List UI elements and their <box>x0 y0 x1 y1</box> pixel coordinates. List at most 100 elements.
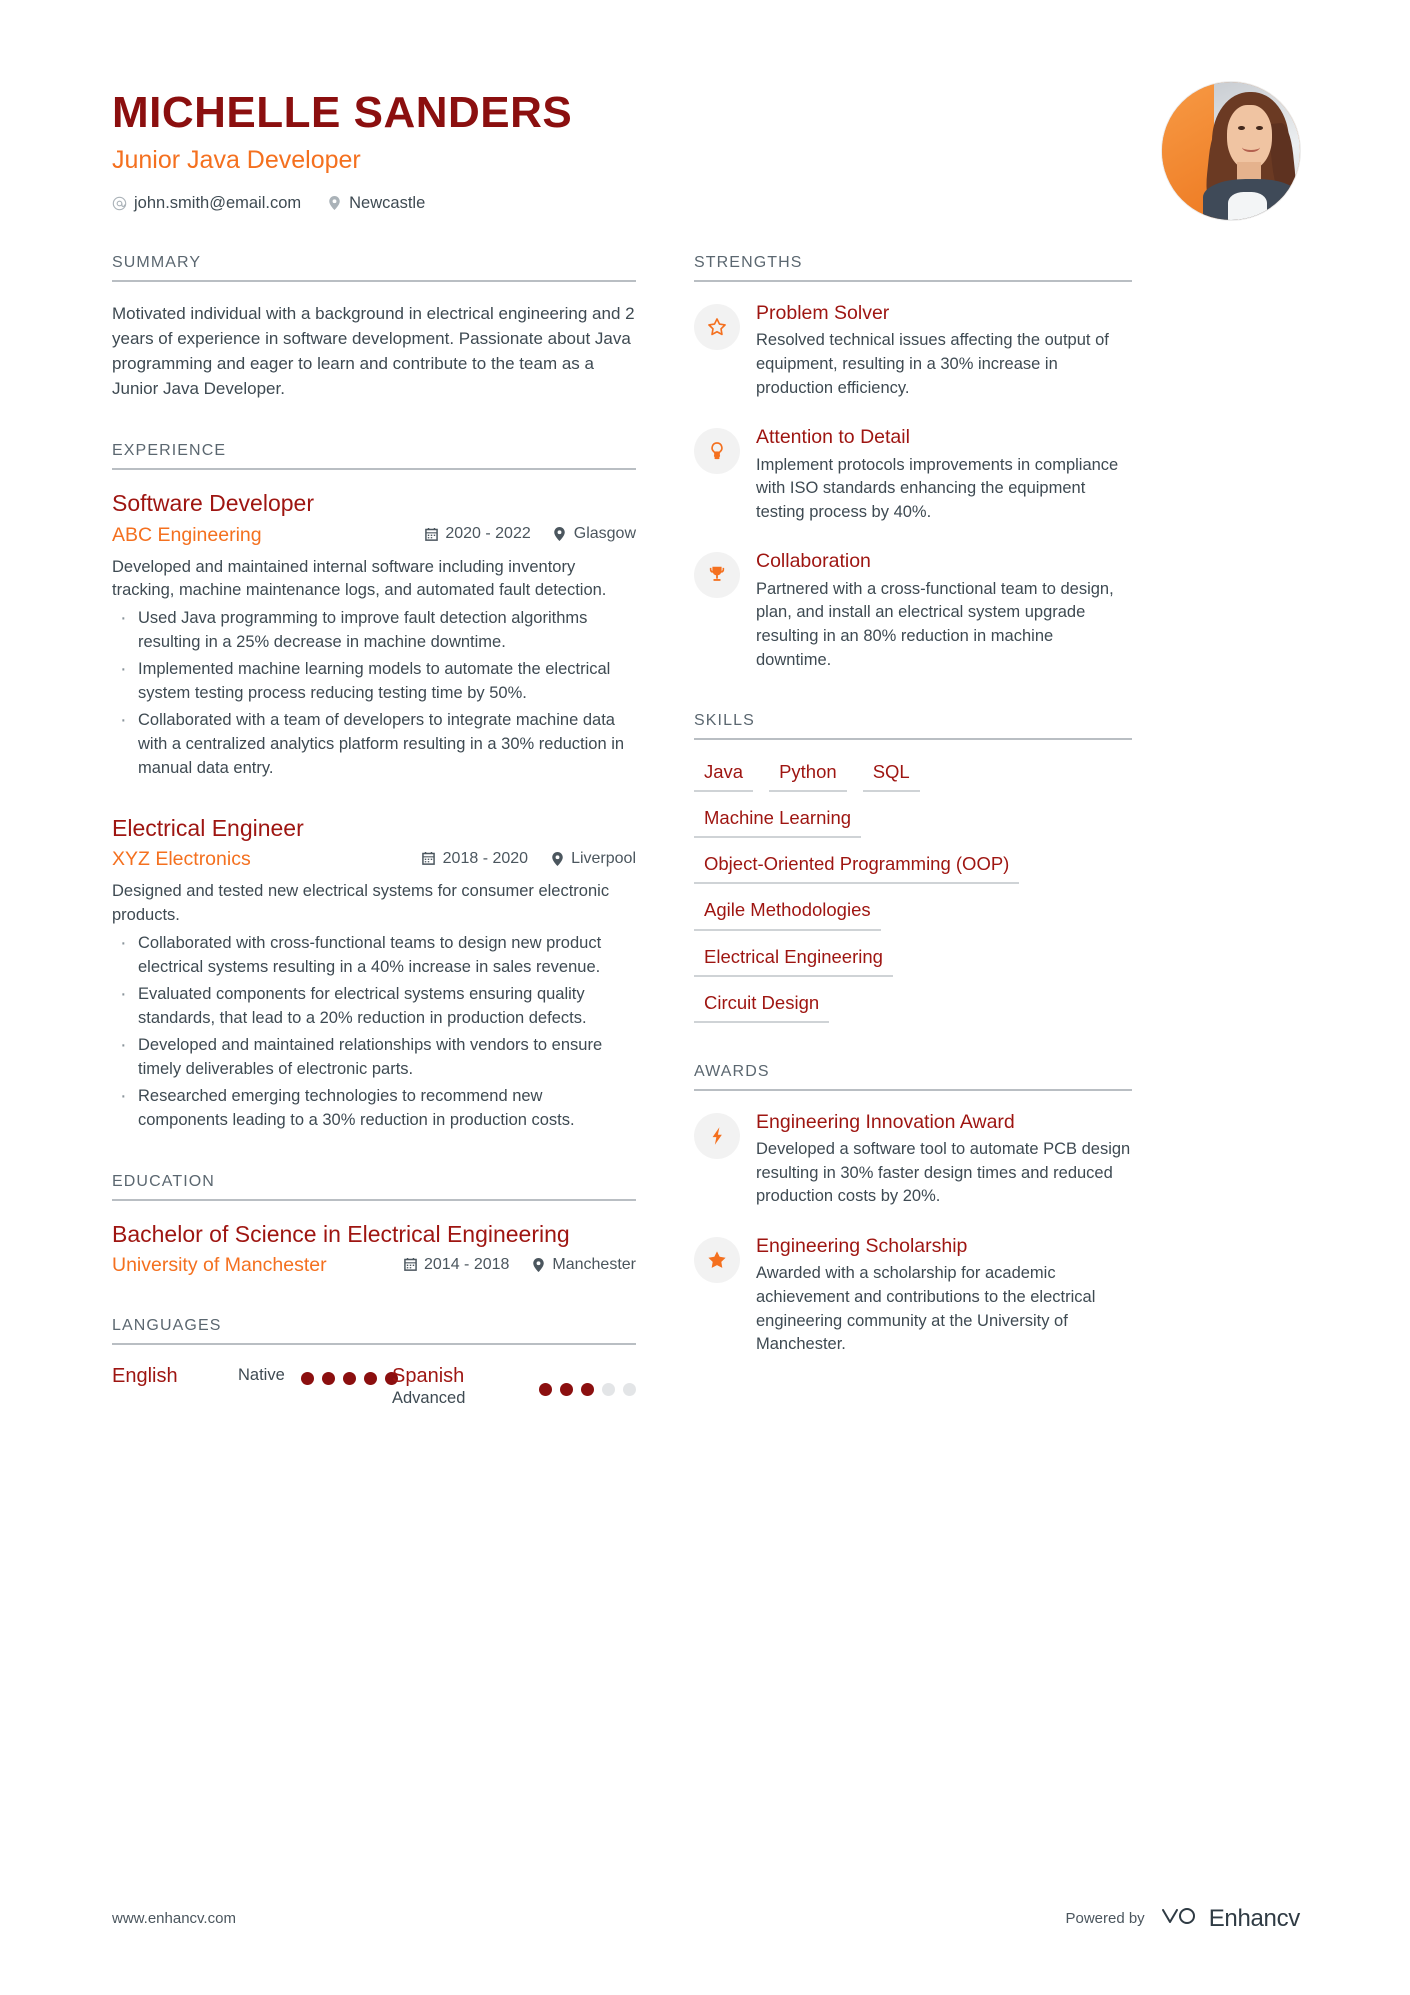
list-item: Researched emerging technologies to reco… <box>112 1082 636 1133</box>
experience-bullets: Used Java programming to improve fault d… <box>112 604 636 780</box>
language-level: Native <box>238 1366 285 1385</box>
education-dates: 2014 - 2018 <box>403 1256 509 1274</box>
language-item: Spanish Advanced <box>392 1365 636 1409</box>
map-pin-icon <box>553 527 567 542</box>
section-summary: SUMMARY Motivated individual with a back… <box>112 254 636 402</box>
section-experience: EXPERIENCE Software Developer ABC Engine… <box>112 442 636 1133</box>
language-level: Advanced <box>392 1389 466 1408</box>
resume-page: MICHELLE SANDERS Junior Java Developer j… <box>0 0 1410 1995</box>
strength-description: Resolved technical issues affecting the … <box>756 331 1109 397</box>
strength-body: Attention to Detail Implement protocols … <box>756 426 1132 524</box>
experience-location: Liverpool <box>550 850 636 868</box>
experience-description: Developed and maintained internal softwa… <box>112 557 607 600</box>
award-body: Engineering Innovation Award Developed a… <box>756 1111 1132 1209</box>
experience-meta: 2020 - 2022 Glasgow <box>424 525 636 543</box>
language-name: English <box>112 1365 178 1388</box>
calendar-icon <box>403 1258 417 1272</box>
experience-location-text: Glasgow <box>573 525 636 543</box>
list-item: Collaborated with cross-functional teams… <box>112 929 636 980</box>
education-school: University of Manchester <box>112 1254 327 1277</box>
strength-body: Collaboration Partnered with a cross-fun… <box>756 550 1132 672</box>
experience-dates: 2020 - 2022 <box>424 525 531 543</box>
language-text-stack: Spanish Advanced <box>392 1365 465 1409</box>
award-item: Engineering Innovation Award Developed a… <box>694 1111 1132 1209</box>
at-icon <box>112 196 127 211</box>
skill-tag: Python <box>769 760 847 793</box>
experience-location-text: Liverpool <box>571 849 636 867</box>
skill-row: Machine Learning <box>694 806 1132 839</box>
award-body: Engineering Scholarship Awarded with a s… <box>756 1235 1132 1357</box>
avatar <box>1162 82 1300 220</box>
experience-subrow: XYZ Electronics 2018 - 2020 Liverpool <box>112 848 636 871</box>
job-title: Junior Java Developer <box>112 145 361 174</box>
skills-heading: SKILLS <box>694 712 1132 741</box>
education-heading: EDUCATION <box>112 1173 636 1201</box>
rating-dot <box>363 1372 377 1386</box>
rating-dot <box>539 1383 552 1397</box>
skill-row: Circuit Design <box>694 991 1132 1023</box>
experience-dates-text: 2018 - 2020 <box>442 849 529 867</box>
language-level-block: Native <box>238 1365 398 1386</box>
skill-tag: Electrical Engineering <box>694 945 893 977</box>
experience-bullets: Collaborated with cross-functional teams… <box>112 929 636 1133</box>
section-strengths: STRENGTHS Problem Solver Resolved techni… <box>694 254 1132 672</box>
skill-row: Agile Methodologies <box>694 898 1132 931</box>
lightning-bolt-icon <box>694 1112 740 1159</box>
rating-dot <box>342 1372 356 1386</box>
map-pin-icon <box>550 851 564 866</box>
language-name: Spanish <box>392 1365 465 1388</box>
contact-row: john.smith@email.com Newcastle <box>112 194 1162 213</box>
summary-heading: SUMMARY <box>112 254 636 282</box>
skill-tag: Machine Learning <box>694 806 862 839</box>
rating-dot <box>560 1383 573 1397</box>
experience-location: Glasgow <box>553 525 636 543</box>
page-title: MICHELLE SANDERS <box>112 88 573 137</box>
section-languages: LANGUAGES English Native Spanish Advance… <box>112 1317 636 1409</box>
skill-tag: Object-Oriented Programming (OOP) <box>694 852 1020 885</box>
contact-location: Newcastle <box>327 194 425 213</box>
contact-email[interactable]: john.smith@email.com <box>112 194 301 213</box>
star-icon <box>694 304 740 350</box>
powered-by-label: Powered by <box>1065 1910 1145 1927</box>
left-column: SUMMARY Motivated individual with a back… <box>112 254 636 1410</box>
strength-item: Problem Solver Resolved technical issues… <box>694 302 1132 400</box>
strength-description: Partnered with a cross-functional team t… <box>756 579 1114 669</box>
education-subrow: University of Manchester 2014 - 2018 Man… <box>112 1254 636 1277</box>
footer-brand-block: Powered by Enhancv <box>1065 1904 1300 1933</box>
list-item: Implemented machine learning models to a… <box>112 655 636 706</box>
enhancv-brand: Enhancv <box>1159 1904 1300 1933</box>
map-pin-icon <box>327 196 342 211</box>
experience-title: Software Developer <box>112 489 314 516</box>
strength-title: Problem Solver <box>756 302 890 324</box>
award-description: Awarded with a scholarship for academic … <box>756 1264 1096 1354</box>
map-pin-icon <box>531 1257 545 1272</box>
languages-grid: English Native Spanish Advanced <box>112 1365 636 1409</box>
contact-location-text: Newcastle <box>349 193 426 212</box>
lightbulb-icon <box>694 428 740 475</box>
trophy-icon <box>694 552 740 599</box>
experience-description: Designed and tested new electrical syste… <box>112 882 610 925</box>
section-awards: AWARDS Engineering Innovation Award Deve… <box>694 1063 1132 1357</box>
rating-dot <box>581 1383 594 1397</box>
strength-item: Attention to Detail Implement protocols … <box>694 426 1132 524</box>
education-meta: 2014 - 2018 Manchester <box>403 1256 636 1274</box>
right-column: STRENGTHS Problem Solver Resolved techni… <box>694 254 1132 1357</box>
award-description: Developed a software tool to automate PC… <box>756 1140 1131 1206</box>
star-badge-icon <box>694 1237 740 1284</box>
experience-entry: Electrical Engineer XYZ Electronics 2018… <box>112 815 636 1133</box>
footer-url[interactable]: www.enhancv.com <box>112 1910 236 1927</box>
languages-heading: LANGUAGES <box>112 1317 636 1346</box>
education-degree: Bachelor of Science in Electrical Engine… <box>112 1220 570 1247</box>
language-item: English Native <box>112 1365 398 1409</box>
strength-title: Attention to Detail <box>756 426 910 449</box>
contact-email-text: john.smith@email.com <box>134 193 302 212</box>
enhancv-brand-name: Enhancv <box>1208 1904 1301 1932</box>
experience-dates: 2018 - 2020 <box>422 850 528 868</box>
language-rating-dots <box>539 1365 636 1397</box>
experience-company: XYZ Electronics <box>112 848 251 871</box>
experience-meta: 2018 - 2020 Liverpool <box>422 850 636 868</box>
summary-text: Motivated individual with a background i… <box>112 304 635 398</box>
list-item: Developed and maintained relationships w… <box>112 1031 636 1082</box>
section-skills: SKILLS Java Python SQL Machine Learning … <box>694 712 1132 1023</box>
education-location: Manchester <box>531 1256 636 1274</box>
